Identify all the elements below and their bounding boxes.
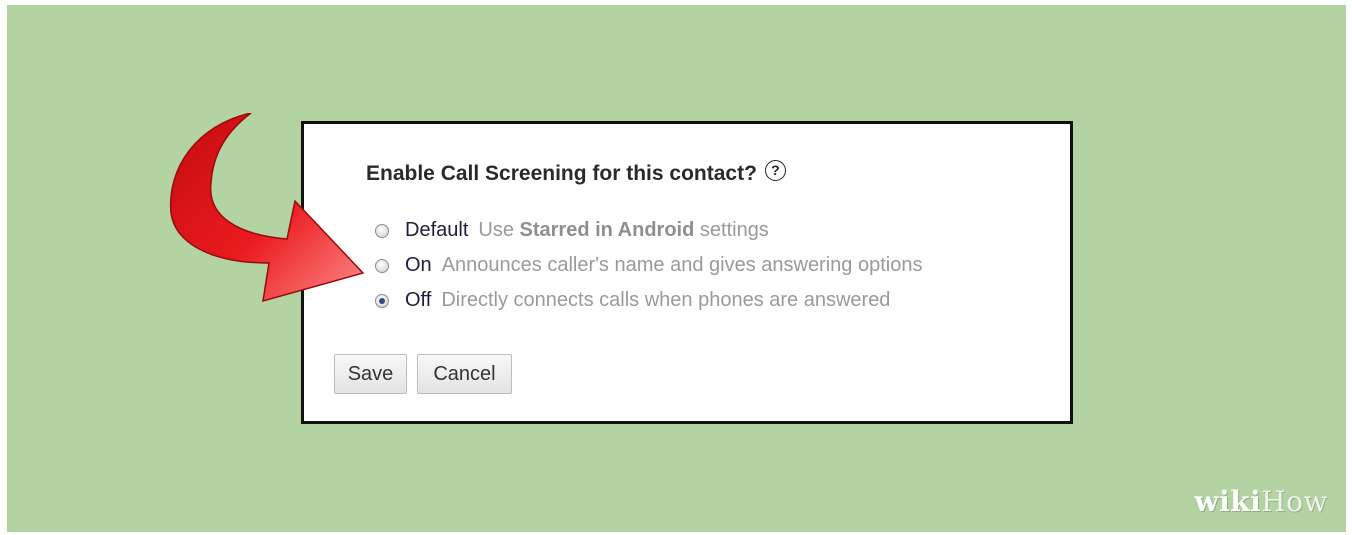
- wikihow-watermark: wikiHow: [1194, 485, 1328, 518]
- help-icon[interactable]: ?: [764, 159, 786, 181]
- option-default-desc-pre: Use: [478, 219, 520, 241]
- call-screening-dialog: Enable Call Screening for this contact? …: [301, 121, 1073, 424]
- option-default[interactable]: Default Use Starred in Android settings: [375, 213, 922, 248]
- watermark-part2: How: [1261, 485, 1328, 518]
- red-curved-arrow-icon: [169, 113, 365, 303]
- option-default-label: Default: [405, 219, 469, 241]
- option-off-description: Directly connects calls when phones are …: [441, 289, 891, 311]
- cancel-button[interactable]: Cancel: [417, 354, 512, 394]
- radio-on[interactable]: [375, 258, 389, 273]
- option-off-label: Off: [405, 289, 432, 311]
- dialog-title-text: Enable Call Screening for this contact?: [366, 162, 757, 185]
- option-on-label: On: [405, 254, 432, 276]
- option-on[interactable]: On Announces caller's name and gives ans…: [375, 248, 922, 283]
- radio-default[interactable]: [375, 223, 389, 238]
- screening-options: Default Use Starred in Android settings …: [375, 213, 922, 318]
- option-off[interactable]: Off Directly connects calls when phones …: [375, 283, 922, 318]
- option-default-description: Use Starred in Android settings: [478, 219, 768, 242]
- option-on-description: Announces caller's name and gives answer…: [441, 254, 923, 276]
- option-default-desc-post: settings: [694, 219, 769, 241]
- watermark-part1: wiki: [1194, 485, 1262, 518]
- option-default-desc-bold: Starred in Android: [519, 219, 695, 241]
- dialog-title: Enable Call Screening for this contact? …: [366, 159, 786, 186]
- radio-off[interactable]: [375, 293, 389, 308]
- save-button[interactable]: Save: [334, 354, 407, 394]
- background-canvas: Enable Call Screening for this contact? …: [7, 5, 1346, 532]
